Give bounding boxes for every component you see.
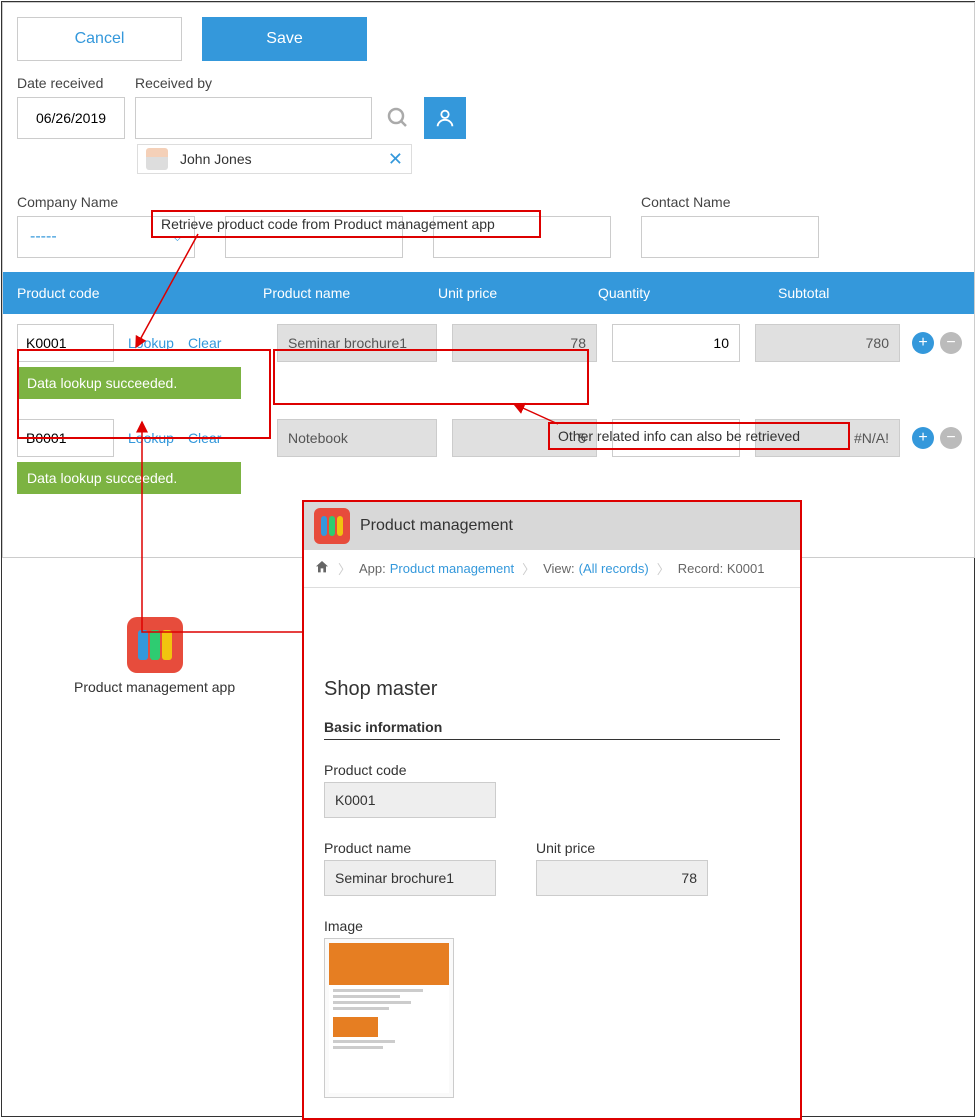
blank-label-1 (225, 194, 403, 210)
date-received-label: Date received (17, 75, 132, 91)
bc-record: Record: K0001 (678, 561, 765, 576)
date-received-input[interactable] (17, 97, 125, 139)
received-by-input[interactable] (135, 97, 372, 139)
blank-label-2 (433, 194, 611, 210)
highlight-row1-code (17, 349, 271, 439)
bc-app-link[interactable]: Product management (390, 561, 514, 576)
popup-name-value: Seminar brochure1 (324, 860, 496, 896)
th-sub: Subtotal (778, 285, 974, 301)
app-icon-label: Product management app (74, 679, 235, 695)
popup-code-value: K0001 (324, 782, 496, 818)
close-icon[interactable]: ✕ (388, 149, 403, 170)
button-bar: Cancel Save (3, 3, 974, 61)
avatar (146, 148, 168, 170)
remove-row-button[interactable]: − (940, 427, 962, 449)
app-icon (127, 617, 183, 673)
popup-section-title: Shop master (324, 678, 780, 701)
company-name-label: Company Name (17, 194, 195, 210)
add-row-button[interactable]: + (912, 427, 934, 449)
bc-view-link[interactable]: (All records) (579, 561, 649, 576)
th-qty: Quantity (598, 285, 778, 301)
popup-price-label: Unit price (536, 840, 708, 856)
annotation-other-info: Other related info can also be retrieved (548, 422, 850, 450)
main-form: Cancel Save Date received Received by Jo… (2, 2, 975, 558)
bc-view-prefix: View: (543, 561, 575, 576)
quantity-input[interactable] (612, 324, 740, 362)
th-name: Product name (263, 285, 438, 301)
user-chip: John Jones ✕ (137, 144, 412, 174)
product-management-popup: Product management 〉 App: Product manage… (302, 500, 802, 1120)
breadcrumb: 〉 App: Product management 〉 View: (All r… (304, 550, 800, 588)
popup-code-label: Product code (324, 762, 780, 778)
received-by-label: Received by (135, 75, 466, 91)
bc-app-prefix: App: (359, 561, 386, 576)
popup-image-label: Image (324, 918, 780, 934)
th-code: Product code (3, 285, 263, 301)
popup-price-value: 78 (536, 860, 708, 896)
save-button[interactable]: Save (202, 17, 367, 61)
image-preview (324, 938, 454, 1098)
popup-subsection: Basic information (324, 719, 780, 740)
remove-row-button[interactable]: − (940, 332, 962, 354)
success-message: Data lookup succeeded. (17, 462, 241, 494)
search-icon[interactable] (377, 97, 419, 139)
home-icon[interactable] (314, 559, 330, 578)
user-picker-button[interactable] (424, 97, 466, 139)
product-name-cell: Notebook (277, 419, 437, 457)
contact-name-label: Contact Name (641, 194, 819, 210)
annotation-retrieve: Retrieve product code from Product manag… (151, 210, 541, 238)
popup-header: Product management (304, 502, 800, 550)
cancel-button[interactable]: Cancel (17, 17, 182, 61)
th-price: Unit price (438, 285, 598, 301)
user-name: John Jones (180, 151, 376, 167)
app-icon-block: Product management app (74, 617, 235, 695)
table-header: Product code Product name Unit price Qua… (3, 272, 974, 314)
popup-name-label: Product name (324, 840, 496, 856)
company-select-value: ----- (30, 228, 57, 246)
contact-name-input[interactable] (641, 216, 819, 258)
popup-title: Product management (360, 517, 513, 535)
add-row-button[interactable]: + (912, 332, 934, 354)
app-icon (314, 508, 350, 544)
highlight-row1-readonly (273, 349, 589, 405)
subtotal-cell: 780 (755, 324, 900, 362)
